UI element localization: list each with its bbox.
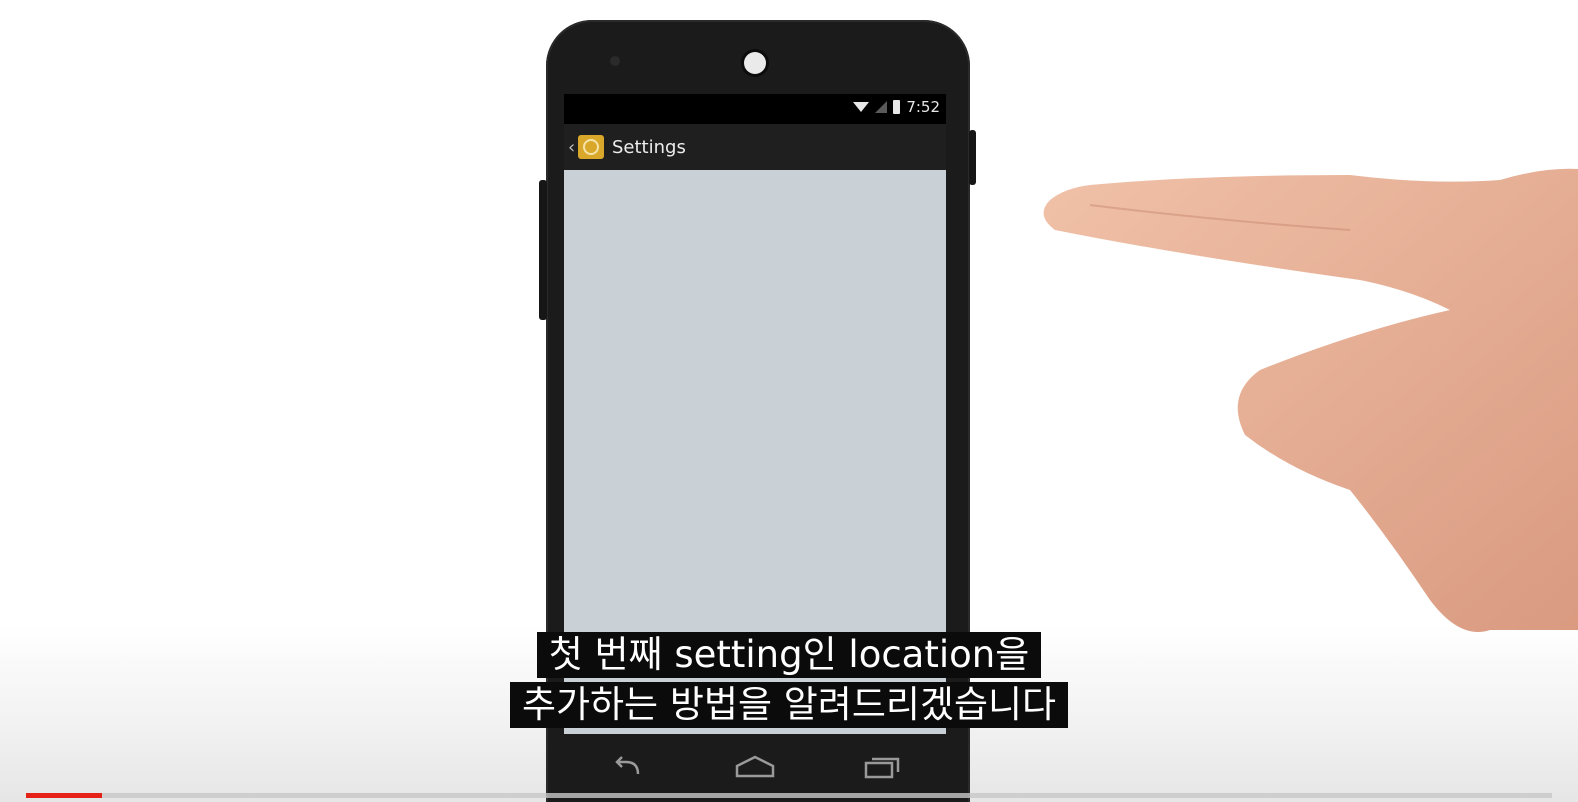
phone-volume-button — [539, 180, 547, 320]
app-launcher-icon[interactable] — [578, 135, 604, 159]
phone-sensor — [610, 56, 620, 66]
video-progress-fill — [26, 793, 103, 798]
system-nav-bar — [564, 734, 946, 800]
video-frame[interactable]: 7:52 ‹ Settings 첫 번째 setting인 location을 … — [0, 0, 1578, 802]
back-icon[interactable] — [598, 747, 658, 787]
status-time: 7:52 — [906, 98, 940, 116]
signal-icon — [875, 101, 888, 113]
front-camera-icon — [744, 52, 766, 74]
action-bar: ‹ Settings — [564, 124, 946, 170]
wifi-icon — [853, 102, 870, 112]
caption-line-2: 추가하는 방법을 알려드리겠습니다 — [509, 682, 1069, 728]
recents-icon[interactable] — [852, 747, 912, 787]
app-icon-glyph — [583, 139, 599, 155]
back-caret-icon[interactable]: ‹ — [568, 137, 578, 158]
phone-power-button — [969, 130, 976, 185]
home-icon[interactable] — [725, 747, 785, 787]
subtitle-captions: 첫 번째 setting인 location을 추가하는 방법을 알려드리겠습니… — [0, 632, 1578, 728]
battery-icon — [893, 100, 901, 114]
video-progress-bar[interactable] — [26, 793, 1552, 798]
app-title: Settings — [612, 136, 686, 158]
caption-line-1: 첫 번째 setting인 location을 — [536, 632, 1042, 678]
status-bar: 7:52 — [564, 94, 946, 120]
pointing-hand — [1043, 168, 1578, 632]
